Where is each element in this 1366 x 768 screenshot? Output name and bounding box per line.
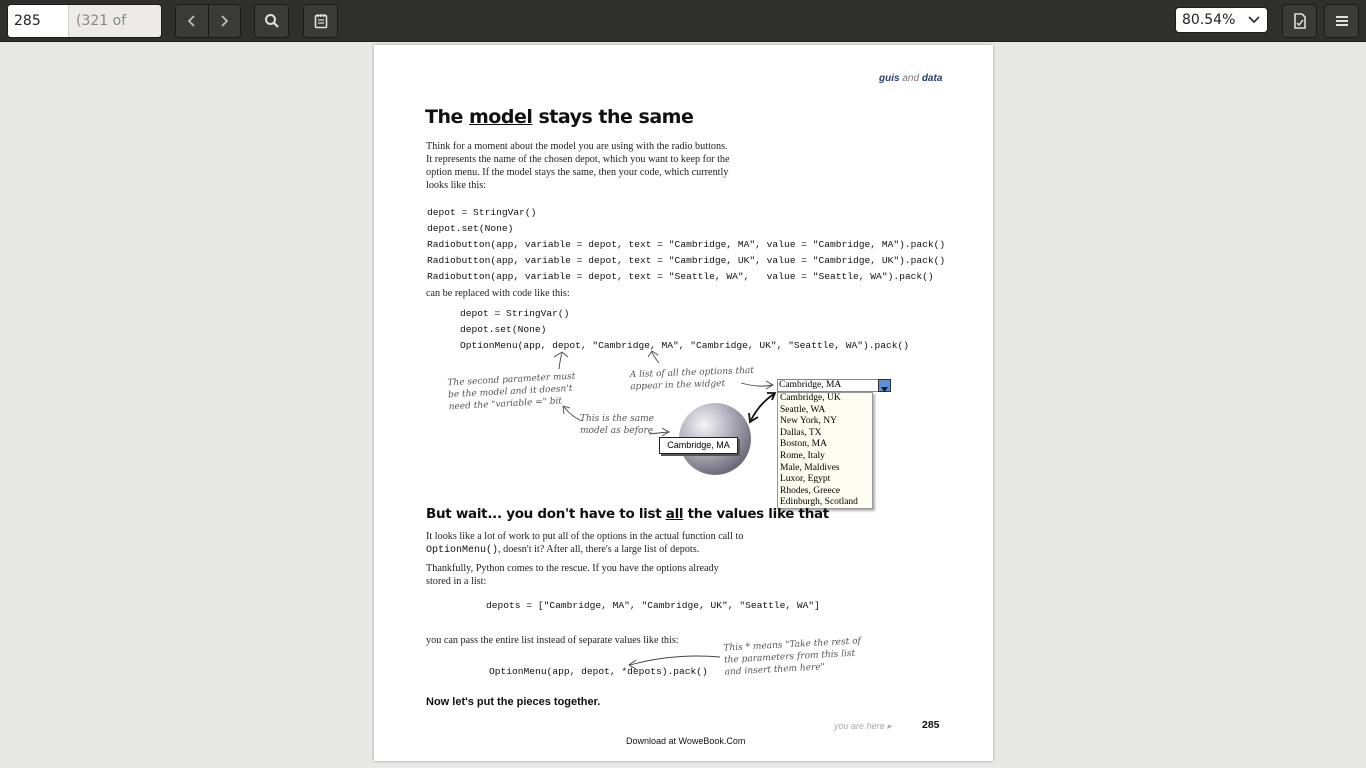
- document-properties-button[interactable]: [1282, 4, 1317, 38]
- note-options-list: A list of all the options that appear in…: [630, 365, 755, 393]
- subtitle-suffix: the values like that: [683, 506, 830, 522]
- previous-page-button[interactable]: [176, 5, 208, 37]
- dropdown-options: Cambridge, UK Seattle, WA New York, NY D…: [777, 392, 873, 509]
- note-star-operator: This * means "Take the rest of the param…: [723, 635, 862, 678]
- code-optionmenu-star: OptionMenu(app, depot, *depots).pack(): [489, 666, 708, 677]
- section-subtitle: But wait... you don't have to list all t…: [426, 506, 829, 522]
- search-icon: [264, 14, 279, 28]
- menu-button[interactable]: [1324, 4, 1359, 38]
- page-number: 285: [922, 719, 940, 731]
- note-line: model as before: [580, 426, 654, 436]
- zoom-select[interactable]: 80.54%: [1175, 7, 1268, 33]
- document-icon: [1293, 13, 1306, 29]
- dropdown-option: Seattle, WA: [780, 404, 826, 415]
- dropdown-option: Dallas, TX: [780, 427, 822, 438]
- notes-icon: [314, 14, 327, 29]
- text-line: Thankfully, Python comes to the rescue. …: [426, 563, 719, 574]
- search-button[interactable]: [254, 4, 289, 38]
- code-depots-list: depots = ["Cambridge, MA", "Cambridge, U…: [486, 600, 820, 611]
- chevron-left-icon: [187, 15, 195, 27]
- chevron-down-icon: [1248, 16, 1260, 24]
- paragraph-thankfully: Thankfully, Python comes to the rescue. …: [426, 562, 719, 588]
- you-are-here-text: you are here: [834, 721, 885, 731]
- dropdown-option: Cambridge, UK: [780, 393, 841, 403]
- dropdown-option: New York, NY: [780, 416, 838, 427]
- dropdown-option: Boston, MA: [780, 439, 827, 450]
- dropdown-option: Male, Maldives: [780, 462, 840, 473]
- page-selector: (321 of 442): [7, 4, 162, 38]
- text-line: It looks like a lot of work to put all o…: [426, 531, 744, 542]
- model-label: Cambridge, MA: [659, 437, 738, 454]
- download-footer: Download at WoweBook.Com: [626, 736, 746, 746]
- page-navigation: [175, 4, 241, 38]
- zoom-value: 80.54%: [1182, 12, 1236, 28]
- dropdown-option: Rome, Italy: [780, 450, 825, 461]
- page-count-label: (321 of 442): [68, 5, 161, 37]
- paragraph-pass-list: you can pass the entire list instead of …: [426, 635, 679, 646]
- next-page-button[interactable]: [207, 5, 241, 37]
- chevron-right-icon: [221, 15, 229, 27]
- hamburger-menu-icon: [1335, 16, 1348, 26]
- note-line: This is the same: [580, 414, 654, 424]
- dropdown-selected: Cambridge, MA: [777, 379, 891, 392]
- dropdown-option: Luxor, Egypt: [780, 474, 831, 485]
- you-are-here: you are here ▸: [834, 721, 892, 732]
- dropdown-option: Rhodes, Greece: [780, 485, 841, 496]
- text-line: OptionMenu(), doesn't it? After all, the…: [426, 543, 743, 557]
- paragraph-work: It looks like a lot of work to put all o…: [426, 530, 743, 557]
- note-second-parameter: The second parameter must be the model a…: [447, 371, 577, 414]
- page-number-input[interactable]: [8, 5, 68, 37]
- toolbar: (321 of 442) 80.54%: [0, 0, 1366, 42]
- text-line: stored in a list:: [426, 576, 487, 587]
- annotations-button[interactable]: [303, 4, 338, 38]
- triangle-icon: ▸: [887, 721, 892, 731]
- document-page: guis and data The model stays the same T…: [374, 45, 993, 761]
- subtitle-prefix: But wait... you don't have to list: [426, 506, 666, 522]
- subtitle-underlined: all: [665, 506, 684, 522]
- note-same-model: This is the same model as before: [580, 413, 654, 437]
- inline-code: OptionMenu(): [426, 545, 499, 556]
- text-fragment: , doesn't it? After all, there's a large…: [498, 544, 700, 555]
- dropdown-arrow-icon: [878, 379, 891, 392]
- option-menu-illustration: Cambridge, MA Cambridge, UK Seattle, WA …: [777, 379, 891, 511]
- closing-line: Now let's put the pieces together.: [426, 696, 601, 708]
